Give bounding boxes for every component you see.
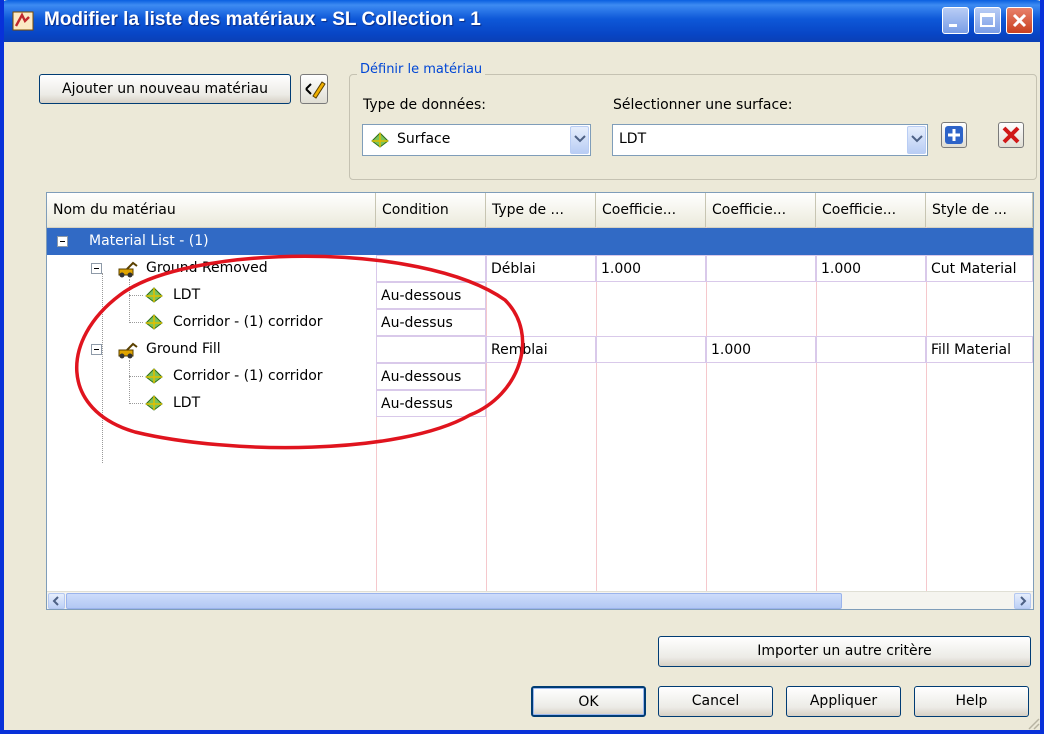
- table-row[interactable]: Corridor - (1) corridor Au-dessous: [47, 363, 1033, 390]
- app-icon: [12, 11, 34, 31]
- scroll-left-button[interactable]: [48, 593, 65, 609]
- window-title: Modifier la liste des matériaux - SL Col…: [44, 9, 481, 30]
- resize-grip-icon[interactable]: [1026, 716, 1040, 730]
- close-icon: [1012, 13, 1027, 28]
- delete-surface-button[interactable]: [998, 122, 1024, 148]
- ok-button[interactable]: OK: [531, 686, 646, 717]
- row-name: LDT: [173, 287, 201, 303]
- surface-icon: [145, 368, 163, 384]
- row-coef1[interactable]: 1.000: [596, 255, 706, 282]
- plus-icon: [945, 126, 963, 144]
- chevron-down-icon: [911, 135, 923, 143]
- row-type[interactable]: Déblai: [486, 255, 596, 282]
- data-type-dropdown[interactable]: [570, 126, 589, 154]
- chevron-right-icon: [1020, 596, 1027, 606]
- dialog-window: Modifier la liste des matériaux - SL Col…: [0, 0, 1044, 734]
- table-row[interactable]: Corridor - (1) corridor Au-dessus: [47, 309, 1033, 336]
- table-row[interactable]: LDT Au-dessous: [47, 282, 1033, 309]
- row-condition[interactable]: Au-dessus: [376, 390, 486, 417]
- minimize-icon: [949, 24, 957, 27]
- data-type-value: Surface: [397, 131, 451, 147]
- edit-material-button[interactable]: [300, 74, 328, 104]
- data-type-label: Type de données:: [363, 97, 486, 113]
- import-criteria-label: Importer un autre critère: [757, 643, 932, 659]
- help-label: Help: [955, 693, 988, 709]
- surface-value: LDT: [619, 131, 647, 147]
- row-style[interactable]: Fill Material: [926, 336, 1033, 363]
- column-header-name[interactable]: Nom du matériau: [47, 193, 376, 227]
- minimize-button[interactable]: [942, 7, 969, 34]
- cancel-label: Cancel: [691, 693, 740, 709]
- define-material-legend: Définir le matériau: [357, 62, 486, 77]
- column-header-condition[interactable]: Condition: [376, 193, 486, 227]
- chevron-down-icon: [574, 135, 586, 143]
- row-type[interactable]: Remblai: [486, 336, 596, 363]
- material-list-table[interactable]: Nom du matériau Condition Type de ... Co…: [46, 192, 1034, 610]
- import-criteria-button[interactable]: Importer un autre critère: [658, 636, 1031, 667]
- surface-icon: [371, 132, 389, 148]
- data-type-select[interactable]: Surface: [362, 124, 591, 156]
- add-material-label: Ajouter un nouveau matériau: [62, 81, 268, 97]
- surface-dropdown[interactable]: [907, 126, 926, 154]
- column-header-coef3[interactable]: Coefficie...: [816, 193, 926, 227]
- help-button[interactable]: Help: [914, 686, 1029, 717]
- close-button[interactable]: [1006, 7, 1033, 34]
- row-condition[interactable]: Au-dessous: [376, 282, 486, 309]
- column-header-coef2[interactable]: Coefficie...: [706, 193, 816, 227]
- material-icon: [118, 342, 138, 359]
- apply-button[interactable]: Appliquer: [786, 686, 901, 717]
- collapse-icon[interactable]: [57, 236, 68, 247]
- table-row[interactable]: LDT Au-dessus: [47, 390, 1033, 417]
- table-row[interactable]: Material List - (1): [47, 228, 1033, 255]
- row-name: Material List - (1): [89, 233, 209, 249]
- column-header-coef1[interactable]: Coefficie...: [596, 193, 706, 227]
- row-condition[interactable]: [376, 336, 486, 363]
- table-row[interactable]: Ground Fill Remblai 1.000 Fill Material: [47, 336, 1033, 363]
- row-condition[interactable]: [376, 255, 486, 282]
- pencil-edit-icon: [305, 81, 326, 99]
- column-header-type[interactable]: Type de ...: [486, 193, 596, 227]
- column-header-style[interactable]: Style de ...: [926, 193, 1033, 227]
- surface-icon: [145, 314, 163, 330]
- table-row[interactable]: Ground Removed Déblai 1.000 1.000 Cut Ma…: [47, 255, 1033, 282]
- row-coef3[interactable]: 1.000: [816, 255, 926, 282]
- row-name: Corridor - (1) corridor: [173, 314, 323, 330]
- row-coef1[interactable]: [596, 336, 706, 363]
- table-header: Nom du matériau Condition Type de ... Co…: [47, 193, 1033, 229]
- chevron-left-icon: [52, 596, 59, 606]
- add-material-button[interactable]: Ajouter un nouveau matériau: [39, 74, 291, 104]
- surface-icon: [145, 287, 163, 303]
- row-name: LDT: [173, 395, 201, 411]
- surface-label: Sélectionner une surface:: [613, 97, 793, 113]
- surface-select[interactable]: LDT: [612, 124, 928, 156]
- row-coef3[interactable]: [816, 336, 926, 363]
- scrollbar-thumb[interactable]: [66, 593, 842, 609]
- add-surface-button[interactable]: [941, 122, 967, 148]
- collapse-icon[interactable]: [91, 344, 102, 355]
- row-condition[interactable]: Au-dessous: [376, 363, 486, 390]
- row-coef2[interactable]: [706, 255, 816, 282]
- maximize-icon: [980, 13, 995, 27]
- collapse-icon[interactable]: [91, 263, 102, 274]
- title-bar[interactable]: Modifier la liste des matériaux - SL Col…: [4, 0, 1040, 42]
- apply-label: Appliquer: [809, 693, 878, 709]
- maximize-button[interactable]: [974, 7, 1001, 34]
- scroll-right-button[interactable]: [1014, 593, 1031, 609]
- row-coef2[interactable]: 1.000: [706, 336, 816, 363]
- row-condition[interactable]: Au-dessus: [376, 309, 486, 336]
- red-x-icon: [1002, 126, 1020, 144]
- material-icon: [118, 261, 138, 278]
- cancel-button[interactable]: Cancel: [658, 686, 773, 717]
- row-name: Corridor - (1) corridor: [173, 368, 323, 384]
- row-name: Ground Removed: [146, 260, 268, 276]
- row-name: Ground Fill: [146, 341, 221, 357]
- horizontal-scrollbar[interactable]: [47, 591, 1033, 609]
- surface-icon: [145, 395, 163, 411]
- row-style[interactable]: Cut Material: [926, 255, 1033, 282]
- ok-label: OK: [578, 694, 599, 710]
